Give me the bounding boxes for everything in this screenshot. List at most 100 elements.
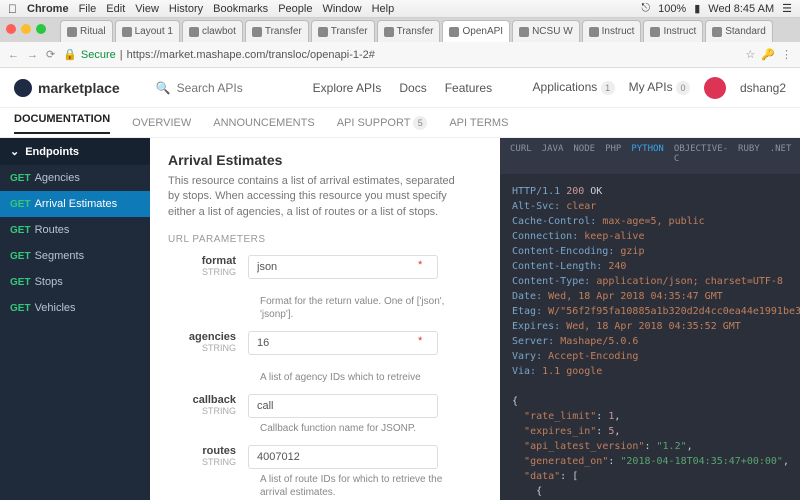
lang-tab-php[interactable]: PHP [605, 144, 621, 168]
nav-applications[interactable]: Applications 1 [533, 80, 615, 95]
tab-api-support[interactable]: API SUPPORT 5 [337, 116, 428, 130]
mac-menu-item[interactable]: File [79, 3, 97, 15]
http-method: GET [10, 225, 31, 236]
page-title: Arrival Estimates [168, 152, 482, 168]
sidebar-item-vehicles[interactable]: GETVehicles [0, 295, 150, 321]
logo[interactable]: marketplace [14, 79, 120, 97]
sidebar-item-agencies[interactable]: GETAgencies [0, 165, 150, 191]
browser-tab[interactable]: clawbot [182, 20, 243, 42]
browser-urlbar: ← → ⟳ 🔒 Secure | https://market.mashape.… [0, 42, 800, 68]
tab-api-terms[interactable]: API TERMS [449, 117, 508, 129]
browser-tab-active[interactable]: OpenAPI [442, 20, 510, 42]
sidebar-item-arrival-estimates[interactable]: GETArrival Estimates [0, 191, 150, 217]
sidebar-header[interactable]: ⌄Endpoints [0, 138, 150, 165]
battery-icon: ▮ [694, 2, 700, 15]
required-icon: * [418, 259, 500, 271]
param-row: agenciesSTRING* [168, 331, 482, 367]
param-help: A list of agency IDs which to retreive [260, 371, 460, 384]
param-input-callback[interactable] [248, 394, 438, 418]
section-label: URL PARAMETERS [168, 234, 482, 245]
lang-tab-java[interactable]: JAVA [542, 144, 564, 168]
param-help: A list of route IDs for which to retriev… [260, 473, 460, 499]
battery-pct: 100% [658, 3, 686, 15]
mac-menu-item[interactable]: Window [322, 3, 361, 15]
search-input[interactable] [177, 81, 277, 95]
param-row: routesSTRING [168, 445, 482, 469]
sidebar-item-label: Routes [35, 224, 70, 236]
username[interactable]: dshang2 [740, 81, 786, 95]
secure-label: Secure [81, 49, 116, 61]
code-body: HTTP/1.1 200 OK Alt-Svc: clear Cache-Con… [500, 174, 800, 500]
browser-tab[interactable]: Instruct [582, 20, 642, 42]
browser-tabbar: Ritual Layout 1 clawbot Transfer Transfe… [0, 18, 800, 42]
menu-icon[interactable]: ⋮ [781, 48, 792, 61]
lang-tab-curl[interactable]: CURL [510, 144, 532, 168]
lang-tab-ruby[interactable]: RUBY [738, 144, 760, 168]
browser-tab[interactable]: Instruct [643, 20, 703, 42]
subnav: DOCUMENTATION OVERVIEW ANNOUNCEMENTS API… [0, 108, 800, 138]
back-button[interactable]: ← [8, 49, 19, 61]
nav-explore[interactable]: Explore APIs [313, 81, 382, 95]
window-controls[interactable] [6, 24, 46, 34]
sidebar-item-routes[interactable]: GET Routes [0, 217, 150, 243]
param-name: callback [168, 394, 236, 406]
lock-icon: 🔒 [63, 48, 77, 61]
browser-tab[interactable]: Layout 1 [115, 20, 180, 42]
mac-menu-item[interactable]: View [135, 3, 159, 15]
lang-tab-node[interactable]: NODE [573, 144, 595, 168]
http-method: GET [10, 277, 31, 288]
mac-menu-item[interactable]: Edit [106, 3, 125, 15]
logo-mark-icon [14, 79, 32, 97]
avatar[interactable] [704, 77, 726, 99]
browser-tab[interactable]: Transfer [311, 20, 375, 42]
mac-app-name: Chrome [27, 3, 69, 15]
search-icon[interactable]: 🔍 [156, 81, 171, 95]
param-name: routes [168, 445, 236, 457]
param-type: STRING [168, 343, 236, 353]
mac-menu-item[interactable]: Bookmarks [213, 3, 268, 15]
search-wrap: 🔍 [156, 81, 277, 95]
sidebar-item-label: Stops [35, 276, 63, 288]
address-bar[interactable]: 🔒 Secure | https://market.mashape.com/tr… [63, 48, 737, 61]
lang-tab-objective-c[interactable]: OBJECTIVE-C [674, 144, 728, 168]
param-input-agencies[interactable] [248, 331, 438, 355]
forward-button[interactable]: → [27, 49, 38, 61]
param-type: STRING [168, 267, 236, 277]
browser-tab[interactable]: Standard [705, 20, 773, 42]
browser-tab[interactable]: Transfer [245, 20, 309, 42]
param-row: formatSTRING* [168, 255, 482, 291]
sidebar-item-stops[interactable]: GET Stops [0, 269, 150, 295]
nav-features[interactable]: Features [445, 81, 492, 95]
http-method: GET [10, 303, 31, 314]
sidebar-item-segments[interactable]: GETSegments [0, 243, 150, 269]
browser-tab[interactable]: NCSU W [512, 20, 580, 42]
site-header: marketplace 🔍 Explore APIs Docs Features… [0, 68, 800, 108]
param-name: agencies [168, 331, 236, 343]
param-input-routes[interactable] [248, 445, 438, 469]
param-help: Callback function name for JSONP. [260, 422, 460, 435]
apple-icon:  [8, 2, 17, 16]
language-tabs: CURL JAVA NODE PHP PYTHON OBJECTIVE-C RUBY .NET… [500, 138, 800, 174]
nav-docs[interactable]: Docs [399, 81, 426, 95]
doc-content: Arrival Estimates This resource contains… [150, 138, 500, 500]
tab-announcements[interactable]: ANNOUNCEMENTS [213, 117, 314, 129]
mac-menu-item[interactable]: Help [372, 3, 395, 15]
browser-tab[interactable]: Transfer [377, 20, 441, 42]
param-input-format[interactable] [248, 255, 438, 279]
key-icon[interactable]: 🔑 [761, 48, 775, 61]
mac-menu-item[interactable]: History [169, 3, 203, 15]
mac-menu-item[interactable]: People [278, 3, 312, 15]
lang-tab--net[interactable]: .NET [770, 144, 792, 168]
browser-tab[interactable]: Ritual [60, 20, 113, 42]
lang-tab-python[interactable]: PYTHON [631, 144, 664, 168]
param-help: Format for the return value. One of ['js… [260, 295, 460, 321]
param-row: callbackSTRING [168, 394, 482, 418]
nav-my-apis[interactable]: My APIs 0 [629, 80, 690, 95]
page-description: This resource contains a list of arrival… [168, 174, 468, 220]
http-method: GET [10, 199, 31, 210]
reload-button[interactable]: ⟳ [46, 48, 55, 61]
clock: Wed 8:45 AM [708, 3, 774, 15]
tab-documentation[interactable]: DOCUMENTATION [14, 113, 110, 134]
tab-overview[interactable]: OVERVIEW [132, 117, 191, 129]
star-icon[interactable]: ☆ [745, 48, 755, 61]
